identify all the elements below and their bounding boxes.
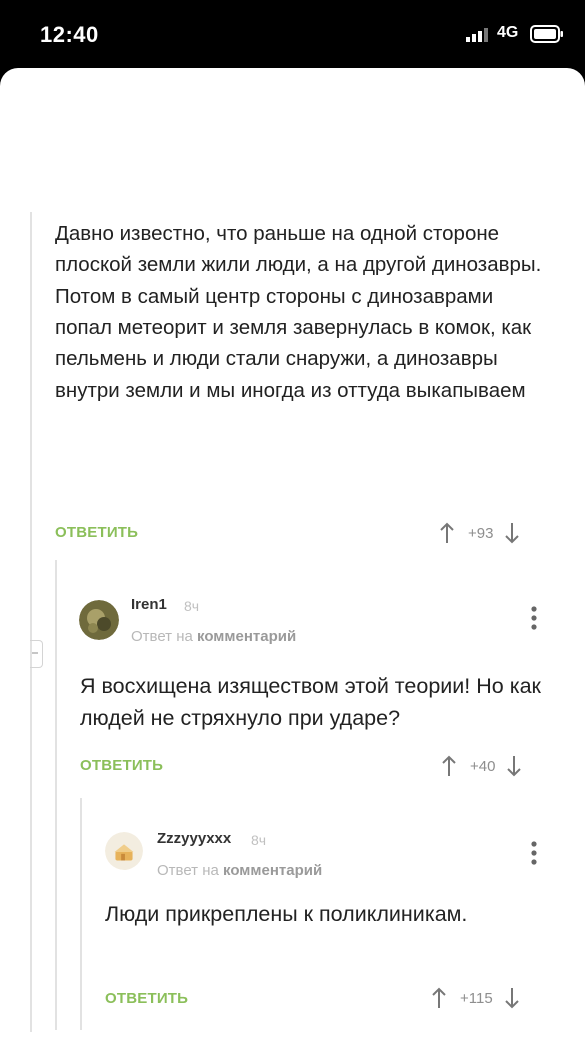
vote-score: +40 <box>470 757 496 775</box>
reply-to-meta: Ответ на комментарий <box>131 628 296 645</box>
comment-text: Люди прикреплены к поликлиникам. <box>105 902 468 926</box>
signal-icon <box>466 28 488 42</box>
vote-controls: +115 <box>432 983 519 1013</box>
reply-button[interactable]: ОТВЕТИТЬ <box>105 990 188 1007</box>
arrow-down-icon[interactable] <box>507 755 522 777</box>
arrow-down-icon[interactable] <box>505 522 520 544</box>
avatar[interactable] <box>79 600 119 640</box>
vote-controls: +40 <box>442 751 522 781</box>
network-type: 4G <box>497 24 519 41</box>
more-vertical-icon[interactable] <box>530 840 538 866</box>
reply-to-meta: Ответ на комментарий <box>157 862 322 879</box>
battery-icon <box>530 25 563 43</box>
vote-score: +93 <box>468 524 494 542</box>
comment-text: Я восхищена изяществом этой теории! Но к… <box>80 674 541 731</box>
thread-line-root <box>30 212 32 1032</box>
comment-time: 8ч <box>184 598 200 614</box>
vote-controls: +93 <box>440 518 520 548</box>
arrow-down-icon[interactable] <box>504 987 519 1009</box>
reply-button[interactable]: ОТВЕТИТЬ <box>55 524 138 541</box>
username[interactable]: Iren1 <box>131 596 167 613</box>
arrow-up-icon[interactable] <box>432 987 446 1009</box>
reply-to-link[interactable]: комментарий <box>197 628 296 645</box>
thread-line-level2 <box>80 798 82 1030</box>
reply-button[interactable]: ОТВЕТИТЬ <box>80 757 163 774</box>
arrow-up-icon[interactable] <box>440 522 454 544</box>
reply-to-link[interactable]: комментарий <box>223 862 322 879</box>
comment-time: 8ч <box>251 832 267 848</box>
reply-to-prefix: Ответ на <box>131 628 193 645</box>
thread-line-level1 <box>55 560 57 1030</box>
arrow-up-icon[interactable] <box>442 755 456 777</box>
status-bar: 12:40 4G <box>0 0 585 72</box>
collapse-thread-button[interactable] <box>30 640 43 668</box>
reply-to-prefix: Ответ на <box>157 862 219 879</box>
status-time: 12:40 <box>40 22 99 47</box>
comment-text: Давно известно, что раньше на одной стор… <box>55 222 542 402</box>
avatar[interactable] <box>105 832 143 870</box>
more-vertical-icon[interactable] <box>530 605 538 631</box>
username[interactable]: Zzzyyyxxx <box>157 830 231 847</box>
vote-score: +115 <box>460 989 493 1007</box>
